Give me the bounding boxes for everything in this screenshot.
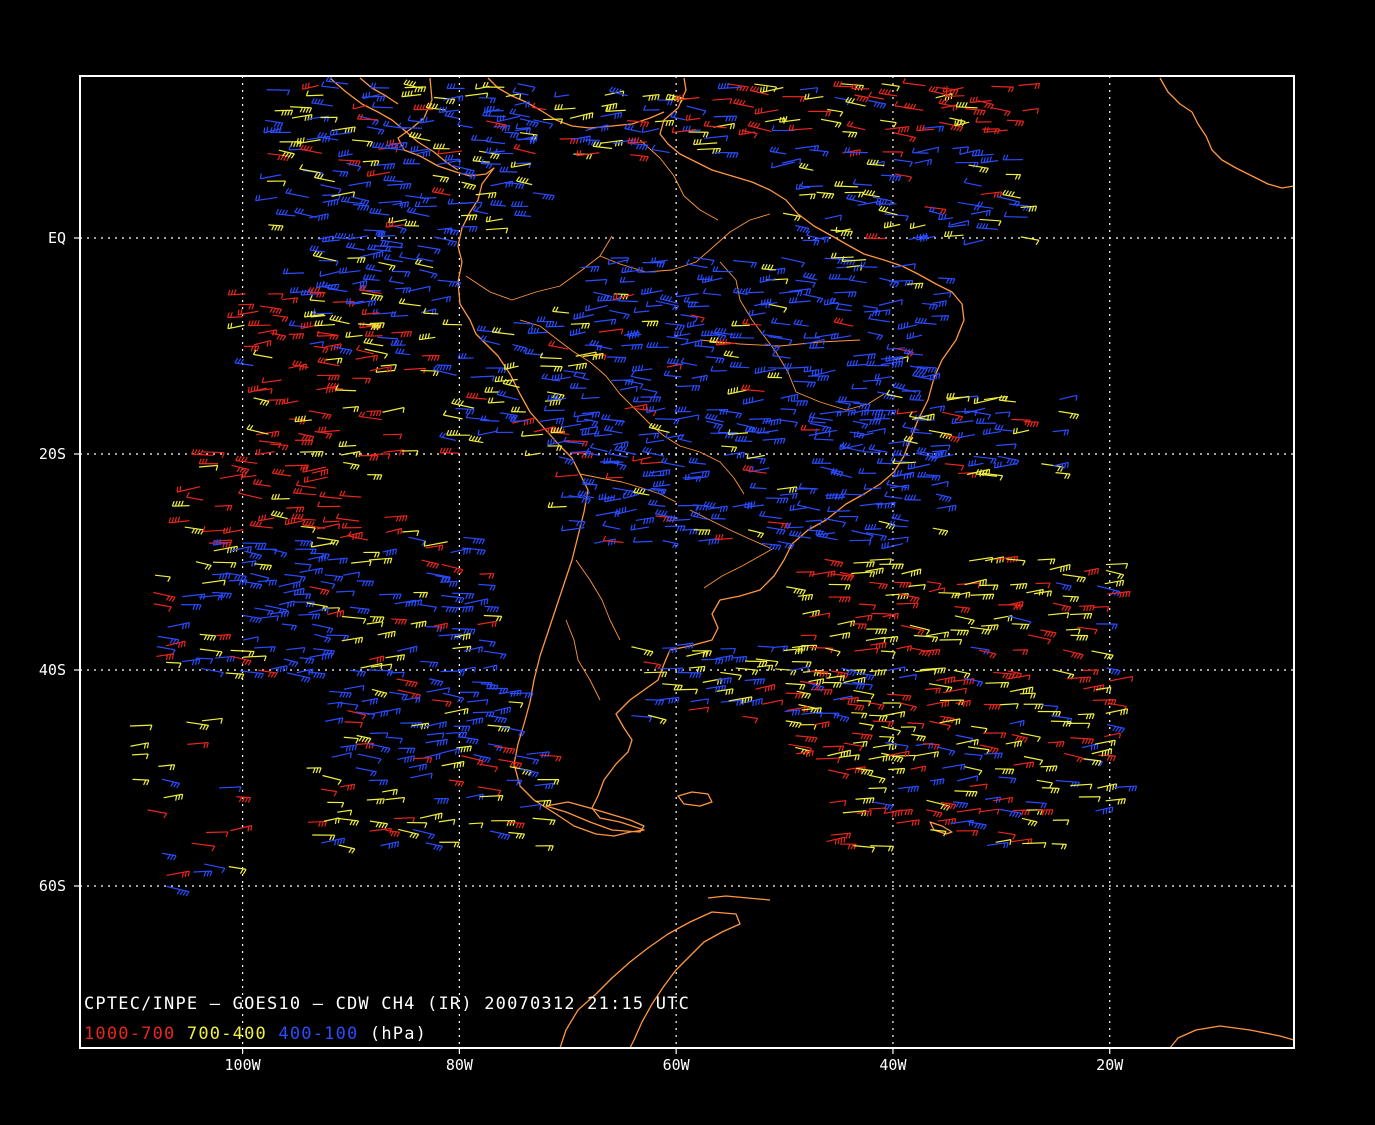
legend-mid-level: 700-400 (187, 1024, 267, 1044)
x-tick-label: 60W (663, 1056, 691, 1074)
x-tick-label: 80W (446, 1056, 474, 1074)
x-tick-label: 20W (1096, 1056, 1124, 1074)
caption-title: CPTEC/INPE — GOES10 — CDW CH4 (IR) 20070… (84, 994, 690, 1014)
y-tick-label: 60S (39, 877, 66, 895)
y-tick-label: 20S (39, 445, 66, 463)
legend-low-level: 1000-700 (84, 1024, 175, 1044)
x-tick-label: 40W (879, 1056, 907, 1074)
caption-legend: 1000-700 700-400 400-100 (hPa) (84, 1024, 427, 1044)
x-tick-label: 100W (225, 1056, 262, 1074)
wind-map: 100W 80W 60W 40W 20W EQ 20S 40S 60S CPTEC/INPE … (0, 0, 1375, 1125)
legend-high-level: 400-100 (278, 1024, 358, 1044)
y-tick-label: EQ (48, 229, 66, 247)
y-tick-label: 40S (39, 661, 66, 679)
legend-units: (hPa) (370, 1024, 427, 1044)
